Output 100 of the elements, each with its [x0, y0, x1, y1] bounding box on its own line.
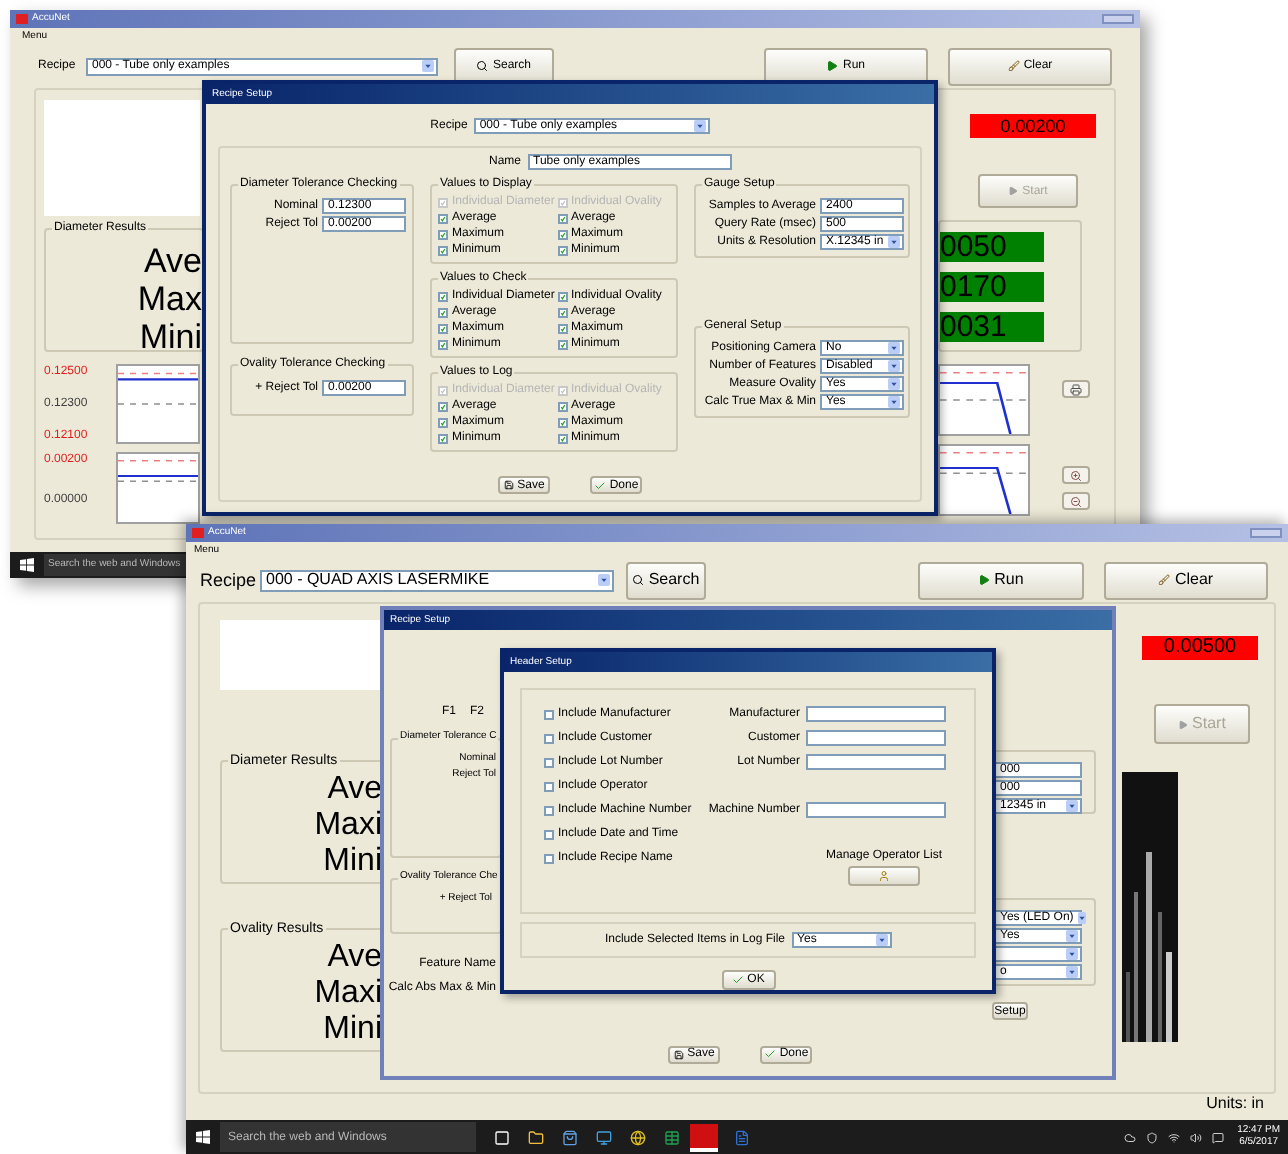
windows-logo-icon[interactable] [196, 1130, 210, 1144]
input-field[interactable] [806, 754, 946, 770]
shopping-bag-icon[interactable] [562, 1129, 578, 1145]
recipe-label: Recipe [200, 571, 259, 589]
search-icon [476, 60, 489, 72]
print-button[interactable] [1062, 380, 1090, 398]
dropdown-arrow-icon [888, 342, 900, 354]
play-icon [1008, 186, 1019, 196]
brush-icon [1158, 574, 1171, 586]
checkbox[interactable] [544, 805, 554, 815]
input-field[interactable] [806, 730, 946, 746]
search-icon [632, 574, 645, 586]
zoom-in-button[interactable] [1062, 466, 1090, 484]
check-icon [593, 479, 606, 491]
dropdown[interactable]: 000 - QUAD AXIS LASERMIKE [260, 569, 614, 591]
reading-display: 0.00500 [1142, 636, 1258, 660]
result-label: Ave [327, 772, 382, 808]
run-button[interactable]: Run [918, 561, 1084, 599]
result-label: Maxi [314, 808, 382, 844]
checkbox[interactable] [438, 339, 448, 349]
floppy-disk-icon [673, 1049, 684, 1059]
chart-drawing [116, 364, 200, 444]
checkbox[interactable] [544, 709, 554, 719]
checkbox[interactable] [438, 213, 448, 223]
manage-operators-button[interactable] [848, 866, 920, 886]
checkbox[interactable] [557, 339, 567, 349]
result-label: Max [137, 280, 202, 318]
result-label: Ave [144, 242, 202, 280]
wifi-icon[interactable] [1167, 1131, 1180, 1143]
window-controls-icon[interactable] [1250, 528, 1282, 538]
globe-icon[interactable] [630, 1129, 646, 1145]
input-field[interactable] [806, 706, 946, 722]
folder-icon[interactable] [528, 1129, 544, 1145]
checkbox[interactable] [438, 401, 448, 411]
checkbox[interactable] [438, 291, 448, 301]
windows-logo-icon[interactable] [20, 558, 34, 572]
check-icon [731, 974, 744, 986]
dropdown-arrow-icon [875, 934, 888, 947]
reading-display: 0170 [940, 271, 1044, 301]
dropdown-arrow-icon [1066, 948, 1078, 960]
checkbox[interactable] [557, 323, 567, 333]
checkbox[interactable] [544, 781, 554, 791]
checkbox[interactable] [438, 307, 448, 317]
checkbox[interactable] [557, 433, 567, 443]
checkbox[interactable] [438, 433, 448, 443]
document-icon[interactable] [734, 1129, 750, 1145]
dropdown-arrow-icon [888, 236, 900, 248]
dropdown-arrow-icon [598, 574, 610, 586]
checkbox[interactable] [438, 229, 448, 239]
cloud-icon[interactable] [1123, 1131, 1136, 1143]
table-icon[interactable] [664, 1129, 680, 1145]
monitor-icon[interactable] [596, 1129, 612, 1145]
app-logo-icon [16, 14, 28, 24]
zoom-out-button[interactable] [1062, 492, 1090, 510]
input-field[interactable] [806, 802, 946, 818]
shield-icon[interactable] [1145, 1131, 1158, 1143]
result-label: Mini [139, 318, 202, 356]
result-label: Mini [323, 844, 382, 880]
floppy-disk-icon [503, 480, 514, 490]
dropdown[interactable] [994, 946, 1082, 962]
volume-icon[interactable] [1189, 1131, 1202, 1143]
result-label: Maxi [314, 976, 382, 1012]
app-logo-icon [192, 528, 204, 538]
checkbox[interactable] [557, 229, 567, 239]
checkbox[interactable] [438, 245, 448, 255]
checkbox[interactable] [438, 417, 448, 427]
printer-icon [1070, 383, 1082, 395]
person-icon [878, 870, 890, 882]
task-view-icon[interactable] [494, 1129, 510, 1145]
play-icon [826, 60, 839, 72]
clear-button[interactable]: Clear [1104, 561, 1268, 599]
dropdown-arrow-icon [1066, 966, 1078, 978]
checkbox[interactable] [557, 417, 567, 427]
message-icon[interactable] [1211, 1131, 1224, 1143]
checkbox[interactable] [557, 213, 567, 223]
chart-drawing [938, 444, 1030, 516]
checkbox[interactable] [544, 853, 554, 863]
units-label: Units: in [1206, 1096, 1264, 1112]
search-button[interactable]: Search [626, 561, 706, 599]
zoom-out-icon [1070, 495, 1082, 507]
checkbox[interactable] [544, 757, 554, 767]
dropdown-arrow-icon [888, 378, 900, 390]
checkbox[interactable] [557, 401, 567, 411]
dropdown-arrow-icon [422, 60, 434, 72]
dropdown-arrow-icon [888, 396, 900, 408]
checkbox[interactable] [557, 307, 567, 317]
reading-display: 0.00200 [970, 114, 1096, 138]
result-label: Mini [323, 1012, 382, 1048]
dropdown-arrow-icon [693, 120, 706, 132]
chart-drawing [938, 364, 1030, 436]
checkbox[interactable] [438, 323, 448, 333]
window-controls-icon[interactable] [1102, 14, 1134, 24]
brush-icon [1007, 60, 1020, 72]
app-icon[interactable] [690, 1123, 718, 1151]
checkbox[interactable] [544, 829, 554, 839]
checkbox[interactable] [544, 733, 554, 743]
zoom-in-icon [1070, 469, 1082, 481]
checkbox[interactable] [557, 291, 567, 301]
chart-drawing [116, 452, 200, 524]
checkbox[interactable] [557, 245, 567, 255]
